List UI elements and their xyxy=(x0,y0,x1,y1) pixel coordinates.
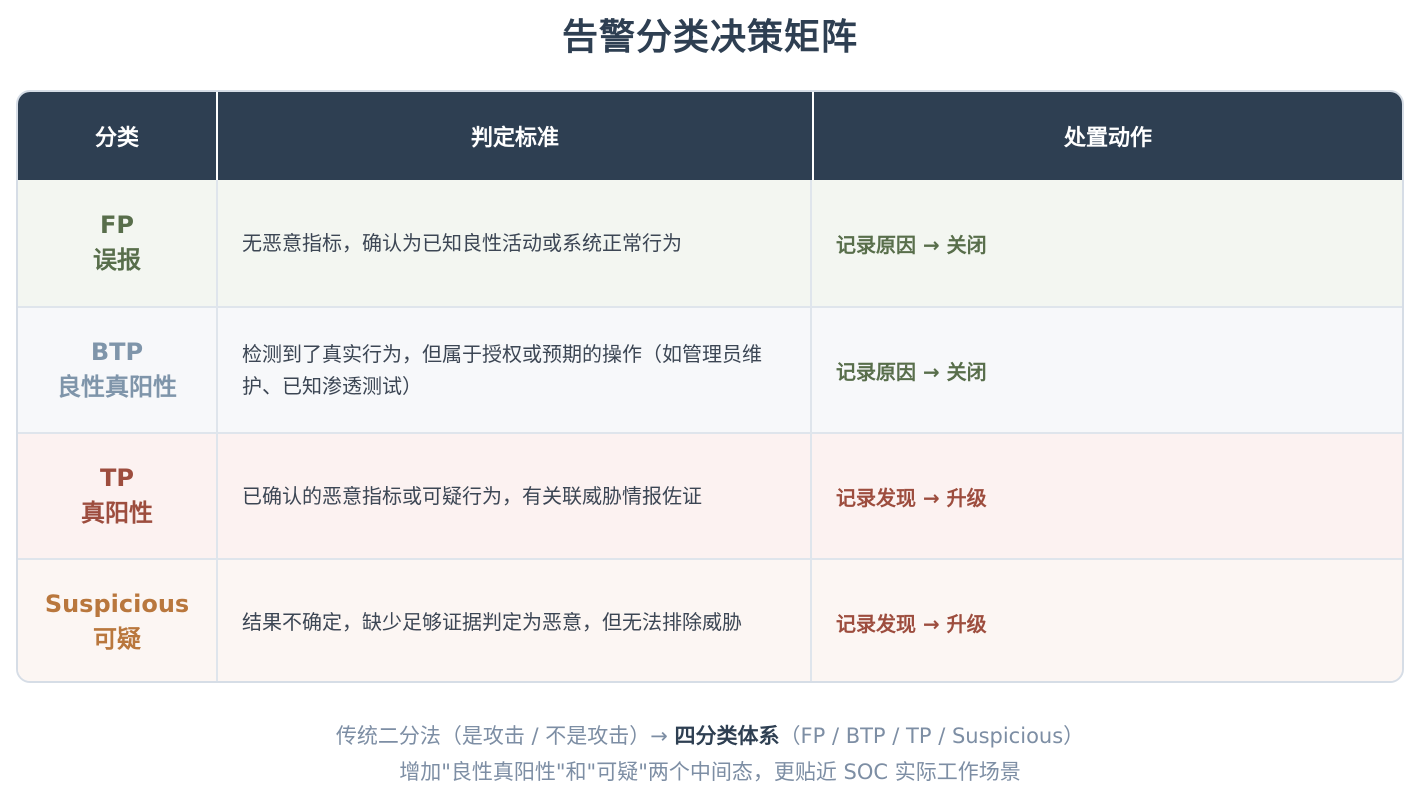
category-code: FP xyxy=(100,211,134,239)
action-cell: 记录发现 → 升级 xyxy=(836,485,987,510)
footer-suffix: （FP / BTP / TP / Suspicious） xyxy=(779,724,1085,748)
decision-matrix-table: 分类 判定标准 处置动作 FP 误报 无恶意指标，确认为已知良性活动或系统正常行… xyxy=(16,90,1404,683)
header-action: 处置动作 xyxy=(1063,126,1152,151)
category-name: 真阳性 xyxy=(81,499,153,527)
category-cell: BTP 良性真阳性 xyxy=(18,308,218,432)
action-cell: 记录原因 → 关闭 xyxy=(836,359,987,384)
footer-note: 传统二分法（是攻击 / 不是攻击）→ 四分类体系（FP / BTP / TP /… xyxy=(0,718,1420,790)
criteria-cell: 无恶意指标，确认为已知良性活动或系统正常行为 xyxy=(218,180,812,306)
criteria-cell: 检测到了真实行为，但属于授权或预期的操作（如管理员维护、已知渗透测试） xyxy=(218,308,812,432)
category-name: 可疑 xyxy=(93,625,141,653)
page-title: 告警分类决策矩阵 xyxy=(561,17,858,58)
footer-prefix: 传统二分法（是攻击 / 不是攻击）→ xyxy=(335,724,675,748)
table-row-tp: TP 真阳性 已确认的恶意指标或可疑行为，有关联威胁情报佐证 记录发现 → 升级 xyxy=(18,432,1402,558)
category-code: Suspicious xyxy=(44,590,190,618)
category-code: TP xyxy=(100,464,134,492)
criteria-cell: 结果不确定，缺少足够证据判定为恶意，但无法排除威胁 xyxy=(218,560,812,681)
category-cell: FP 误报 xyxy=(18,180,218,306)
category-cell: Suspicious 可疑 xyxy=(18,560,218,681)
action-cell: 记录发现 → 升级 xyxy=(836,611,987,636)
action-cell: 记录原因 → 关闭 xyxy=(836,232,987,257)
footer-highlight: 四分类体系 xyxy=(674,724,780,748)
header-category: 分类 xyxy=(18,92,218,180)
category-cell: TP 真阳性 xyxy=(18,434,218,558)
category-code: BTP xyxy=(90,338,144,366)
table-row-suspicious: Suspicious 可疑 结果不确定，缺少足够证据判定为恶意，但无法排除威胁 … xyxy=(18,558,1402,681)
table-header-row: 分类 判定标准 处置动作 xyxy=(18,92,1402,180)
page: 告警分类决策矩阵 分类 判定标准 处置动作 FP 误报 无恶意指标，确认为已知良… xyxy=(0,0,1420,800)
table-row-btp: BTP 良性真阳性 检测到了真实行为，但属于授权或预期的操作（如管理员维护、已知… xyxy=(18,306,1402,432)
criteria-cell: 已确认的恶意指标或可疑行为，有关联威胁情报佐证 xyxy=(218,434,812,558)
header-criteria: 判定标准 xyxy=(218,92,814,180)
category-name: 误报 xyxy=(93,246,141,274)
category-name: 良性真阳性 xyxy=(57,373,177,401)
table-row-fp: FP 误报 无恶意指标，确认为已知良性活动或系统正常行为 记录原因 → 关闭 xyxy=(18,180,1402,306)
footer-line-1: 传统二分法（是攻击 / 不是攻击）→ 四分类体系（FP / BTP / TP /… xyxy=(0,718,1420,754)
footer-line-2: 增加"良性真阳性"和"可疑"两个中间态，更贴近 SOC 实际工作场景 xyxy=(399,760,1021,784)
